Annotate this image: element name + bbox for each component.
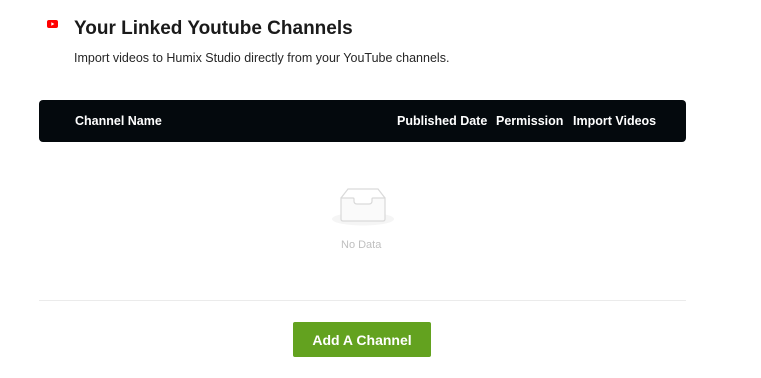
empty-state-text: No Data — [341, 239, 382, 251]
empty-inbox-icon — [332, 188, 394, 226]
column-header-import-videos: Import Videos — [573, 114, 657, 128]
column-header-permission: Permission — [496, 114, 564, 128]
page-subtitle: Import videos to Humix Studio directly f… — [74, 51, 450, 65]
column-header-published-date: Published Date — [397, 114, 488, 128]
channels-table-header: Channel Name Published Date Permission I… — [39, 100, 686, 142]
divider — [39, 300, 686, 301]
add-channel-button[interactable]: Add A Channel — [293, 322, 431, 357]
youtube-icon — [47, 20, 58, 28]
page-title: Your Linked Youtube Channels — [74, 18, 353, 39]
linked-channels-panel: Your Linked Youtube Channels Import vide… — [0, 0, 761, 378]
column-header-channel-name: Channel Name — [75, 114, 162, 128]
